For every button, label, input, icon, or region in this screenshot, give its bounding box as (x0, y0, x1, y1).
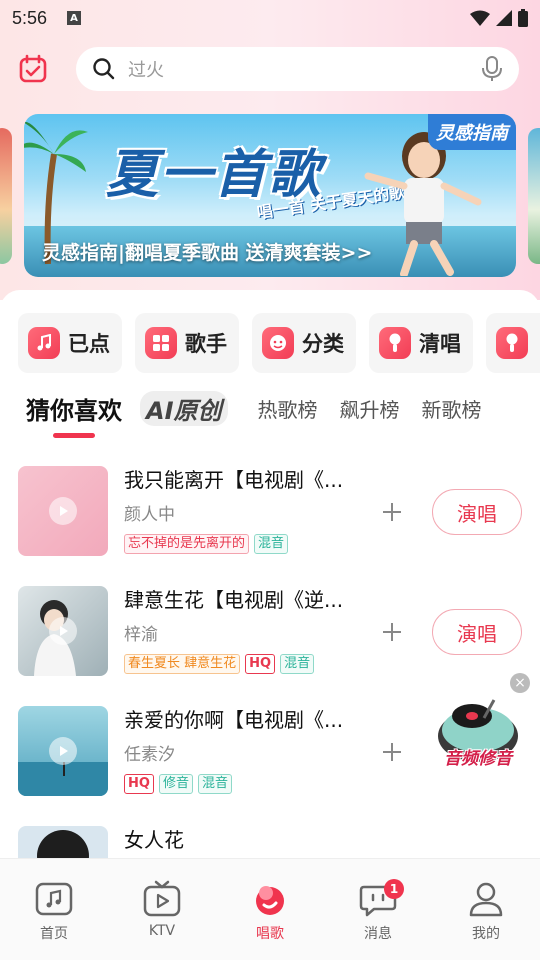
music-note-icon (28, 327, 60, 359)
play-icon (49, 617, 77, 645)
nav-ktv[interactable]: KTV (108, 859, 216, 960)
song-tags: HQ 修音 混音 (124, 774, 232, 794)
status-indicators (470, 9, 528, 27)
add-icon[interactable] (380, 620, 404, 644)
tab-ai-original[interactable]: AI原创 (140, 390, 228, 426)
nav-sing[interactable]: 唱歌 (216, 859, 324, 960)
song-tag: 混音 (280, 654, 315, 674)
nav-label: 首页 (40, 926, 68, 942)
bottom-nav: 首页 KTV 唱歌 1 消息 我的 (0, 858, 540, 960)
banner-next-peek[interactable] (528, 128, 540, 264)
add-icon[interactable] (380, 500, 404, 524)
category-row: 已点 歌手 分类 清唱 (18, 313, 540, 373)
song-artist: 梓渝 (124, 625, 158, 645)
category-label: 分类 (302, 332, 344, 356)
song-title: 亲爱的你啊【电视剧《... (124, 708, 344, 732)
banner-caption: 灵感指南|翻唱夏季歌曲 送清爽套装>> (42, 242, 373, 264)
calendar-button[interactable] (16, 52, 50, 86)
song-tags: 忘不掉的是先离开的 混音 (124, 534, 289, 554)
tab-rising[interactable]: 飙升榜 (340, 394, 400, 423)
song-artist: 颜人中 (124, 505, 175, 525)
promo-label: 音频修音 (444, 749, 512, 769)
category-ordered[interactable]: 已点 (18, 313, 122, 373)
tab-active-indicator (53, 433, 95, 438)
play-icon (49, 737, 77, 765)
play-icon (49, 497, 77, 525)
song-title: 我只能离开【电视剧《... (124, 468, 344, 492)
search-input[interactable]: 过火 (128, 56, 481, 82)
song-title: 女人花 (124, 828, 184, 852)
tab-guess-you-like[interactable]: 猜你喜欢 (26, 391, 122, 426)
nav-profile[interactable]: 我的 (432, 859, 540, 960)
nav-messages[interactable]: 1 消息 (324, 859, 432, 960)
song-cover[interactable] (18, 466, 108, 556)
song-cover[interactable] (18, 586, 108, 676)
tab-hot-songs[interactable]: 热歌榜 (258, 394, 318, 423)
search-icon (93, 58, 115, 80)
song-cover[interactable] (18, 706, 108, 796)
mic-icon (496, 327, 528, 359)
nav-label: 我的 (472, 926, 500, 942)
nav-home[interactable]: 首页 (0, 859, 108, 960)
song-tag-hq: HQ (124, 774, 154, 794)
category-label: 已点 (68, 332, 110, 356)
song-tag-hq: HQ (245, 654, 276, 674)
category-more[interactable] (486, 313, 540, 373)
song-tag: 混音 (254, 534, 289, 554)
song-artist: 任素汐 (124, 745, 175, 765)
tab-bar: 猜你喜欢 AI原创 热歌榜 飙升榜 新歌榜 (26, 386, 526, 430)
microphone-icon[interactable] (481, 56, 503, 82)
category-label: 歌手 (185, 332, 227, 356)
category-label: 清唱 (419, 332, 461, 356)
song-tag: 忘不掉的是先离开的 (124, 534, 250, 554)
song-tag: 春生夏长 肆意生花 (124, 654, 241, 674)
song-tag: 修音 (158, 774, 193, 794)
song-row[interactable]: 我只能离开【电视剧《... 颜人中 忘不掉的是先离开的 混音 演唱 (0, 456, 540, 576)
song-title: 肆意生花【电视剧《逆... (124, 588, 344, 612)
battery-icon (518, 9, 528, 27)
banner-prev-peek[interactable] (0, 128, 12, 264)
song-tags: 春生夏长 肆意生花 HQ 混音 (124, 654, 315, 674)
grid-icon (145, 327, 177, 359)
category-singer[interactable]: 歌手 (135, 313, 239, 373)
status-time: 5:56 (12, 7, 48, 28)
close-icon[interactable]: × (510, 673, 530, 693)
tab-new-songs[interactable]: 新歌榜 (422, 394, 482, 423)
category-acapella[interactable]: 清唱 (369, 313, 473, 373)
calendar-icon (19, 54, 47, 83)
wifi-icon (470, 10, 490, 26)
category-classify[interactable]: 分类 (252, 313, 356, 373)
song-tag: 混音 (197, 774, 232, 794)
nav-label: 唱歌 (256, 926, 284, 942)
profile-icon (469, 882, 503, 917)
song-row[interactable]: 肆意生花【电视剧《逆... 梓渝 春生夏长 肆意生花 HQ 混音 演唱 (0, 576, 540, 696)
mic-icon (379, 327, 411, 359)
status-bar: 5:56 A (0, 0, 540, 36)
face-icon (262, 327, 294, 359)
tv-icon (143, 880, 181, 917)
sing-button[interactable]: 演唱 (432, 609, 522, 655)
nav-label: 消息 (364, 926, 392, 942)
signal-icon (496, 10, 512, 26)
sing-button[interactable]: 演唱 (432, 489, 522, 535)
message-badge: 1 (384, 879, 404, 899)
banner-tag: 灵感指南 (428, 114, 516, 150)
search-bar[interactable]: 过火 (76, 47, 519, 91)
notification-app-icon: A (67, 11, 82, 25)
promo-banner[interactable]: 夏一首歌 唱一首 关于夏天的歌~ 灵感指南 灵感指南|翻唱夏季歌曲 送清爽套装>… (24, 114, 516, 277)
home-icon (35, 882, 73, 916)
nav-label: KTV (148, 923, 176, 939)
sing-icon (256, 886, 284, 915)
add-icon[interactable] (380, 740, 404, 764)
